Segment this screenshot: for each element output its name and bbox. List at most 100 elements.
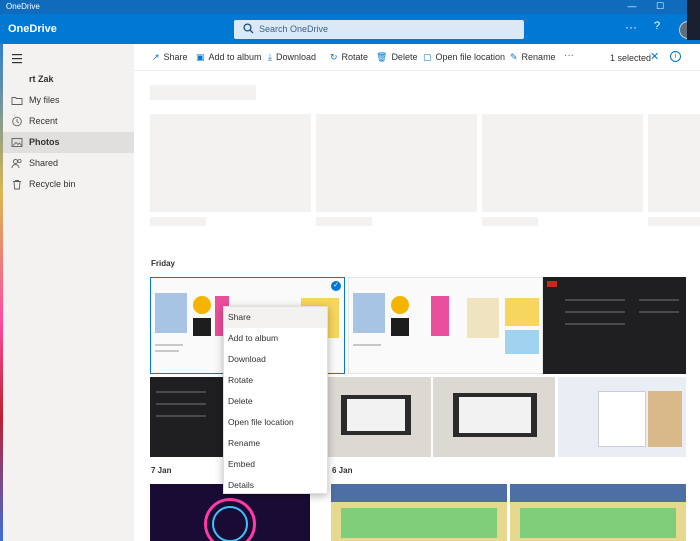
thumbnail-art [467, 298, 499, 338]
photo-tile[interactable] [543, 277, 686, 374]
more-commands-button[interactable]: ··· [564, 50, 574, 61]
add-to-album-button[interactable]: ▣ Add to album [196, 52, 262, 64]
command-label: Rotate [341, 52, 369, 62]
command-label: Rename [521, 52, 556, 62]
command-label: Add to album [208, 52, 262, 62]
command-label: Download [275, 52, 317, 62]
photos-content: Friday ✓ 7 Jan 6 Jan [134, 72, 700, 541]
menu-item-download[interactable]: Download [224, 349, 327, 370]
folder-icon [11, 97, 23, 105]
info-button[interactable]: i [670, 51, 681, 62]
group-heading: 7 Jan [151, 466, 172, 475]
sidebar-item-shared[interactable]: Shared [3, 153, 134, 174]
command-bar: ↗ Share ▣ Add to album ⤓ Download ↻ Rotate 🗑… [134, 44, 700, 71]
photo-tile[interactable] [558, 377, 686, 457]
thumbnail-art [648, 391, 682, 447]
image-add-icon: ▣ [196, 52, 205, 62]
download-icon: ⤓ [268, 52, 272, 62]
thumbnail-text [639, 299, 679, 301]
thumbnail-game-floor [341, 508, 497, 538]
rename-button[interactable]: ✎ Rename [510, 52, 556, 64]
sidebar-item-photos[interactable]: Photos [3, 132, 134, 153]
thumbnail-art [391, 318, 409, 336]
brand-logo[interactable]: OneDrive [8, 23, 57, 35]
photo-tile[interactable] [327, 377, 431, 457]
menu-item-open-file-location[interactable]: Open file location [224, 412, 327, 433]
sidebar-item-label: Recycle bin [29, 179, 76, 189]
selected-check-icon[interactable]: ✓ [331, 281, 341, 291]
download-button[interactable]: ⤓ Download [268, 52, 316, 64]
share-icon: ↗ [152, 52, 160, 62]
thumbnail-art [391, 296, 409, 314]
photo-tile[interactable] [348, 277, 543, 374]
menu-item-rotate[interactable]: Rotate [224, 370, 327, 391]
command-label: Open file location [435, 52, 506, 62]
window-title: OneDrive [6, 2, 40, 11]
thumbnail-logo [547, 281, 557, 287]
thumbnail-text [565, 323, 625, 325]
search-box[interactable]: Search OneDrive [234, 20, 524, 39]
sidebar-item-label: My files [29, 95, 60, 105]
share-button[interactable]: ↗ Share [152, 52, 188, 64]
menu-item-delete[interactable]: Delete [224, 391, 327, 412]
menu-item-rename[interactable]: Rename [224, 433, 327, 454]
sidebar-item-recycle-bin[interactable]: Recycle bin [3, 174, 134, 195]
skeleton-tile [482, 114, 643, 212]
thumbnail-poster [155, 293, 187, 333]
thumbnail-game-floor [520, 508, 676, 538]
clear-selection-button[interactable]: ✕ [650, 50, 659, 63]
thumbnail-text [565, 311, 625, 313]
thumbnail-art [505, 298, 539, 326]
photo-tile[interactable] [331, 484, 507, 541]
group-heading: 6 Jan [332, 466, 353, 475]
minimize-button[interactable]: — [621, 0, 643, 14]
skeleton-label [316, 217, 372, 226]
thumbnail-document [598, 391, 646, 447]
menu-item-details[interactable]: Details [224, 475, 327, 496]
maximize-button[interactable]: ☐ [649, 0, 671, 14]
background-window-strip [687, 0, 700, 40]
skeleton-label [482, 217, 538, 226]
help-button[interactable]: ? [654, 20, 660, 32]
thumbnail-text [155, 344, 183, 346]
context-menu: Share Add to album Download Rotate Delet… [223, 306, 328, 494]
sidebar-item-label: Recent [29, 116, 58, 126]
window-titlebar: OneDrive — ☐ [0, 0, 700, 14]
thumbnail-text [353, 344, 381, 346]
menu-item-add-to-album[interactable]: Add to album [224, 328, 327, 349]
thumbnail-text [156, 391, 206, 393]
sidebar-item-my-files[interactable]: My files [3, 90, 134, 111]
clock-icon [12, 116, 22, 127]
people-icon [11, 158, 22, 169]
thumbnail-text [565, 299, 625, 301]
rotate-button[interactable]: ↻ Rotate [330, 52, 368, 64]
selection-count: 1 selected [610, 53, 652, 63]
thumbnail-art [431, 296, 449, 336]
photo-tile[interactable] [150, 377, 226, 457]
more-options-button[interactable]: ··· [625, 20, 637, 34]
thumbnail-text [155, 350, 179, 352]
thumbnail-text [639, 311, 679, 313]
thumbnail-art [193, 318, 211, 336]
skeleton-tile [150, 114, 311, 212]
app-header: OneDrive Search OneDrive ··· ? [0, 14, 700, 44]
thumbnail-art [193, 296, 211, 314]
hamburger-icon [12, 54, 22, 64]
skeleton-tile [316, 114, 477, 212]
sidebar-item-recent[interactable]: Recent [3, 111, 134, 132]
open-file-location-button[interactable]: ▢ Open file location [423, 52, 505, 64]
menu-item-embed[interactable]: Embed [224, 454, 327, 475]
thumbnail-poster [353, 293, 385, 333]
trash-icon [13, 180, 21, 190]
menu-item-share[interactable]: Share [224, 307, 327, 328]
sidebar-item-label: Shared [29, 158, 59, 168]
sidebar-menu-toggle[interactable] [3, 48, 134, 69]
photo-tile[interactable] [433, 377, 555, 457]
delete-button[interactable]: 🗑 Delete [376, 52, 417, 64]
sidebar: rt Zak My files Recent Photos Shared Rec… [3, 44, 134, 541]
photo-tile[interactable] [510, 484, 686, 541]
skeleton-label [648, 217, 700, 226]
thumbnail-text [156, 403, 206, 405]
rotate-icon: ↻ [330, 52, 338, 62]
search-input[interactable]: Search OneDrive [259, 24, 328, 34]
